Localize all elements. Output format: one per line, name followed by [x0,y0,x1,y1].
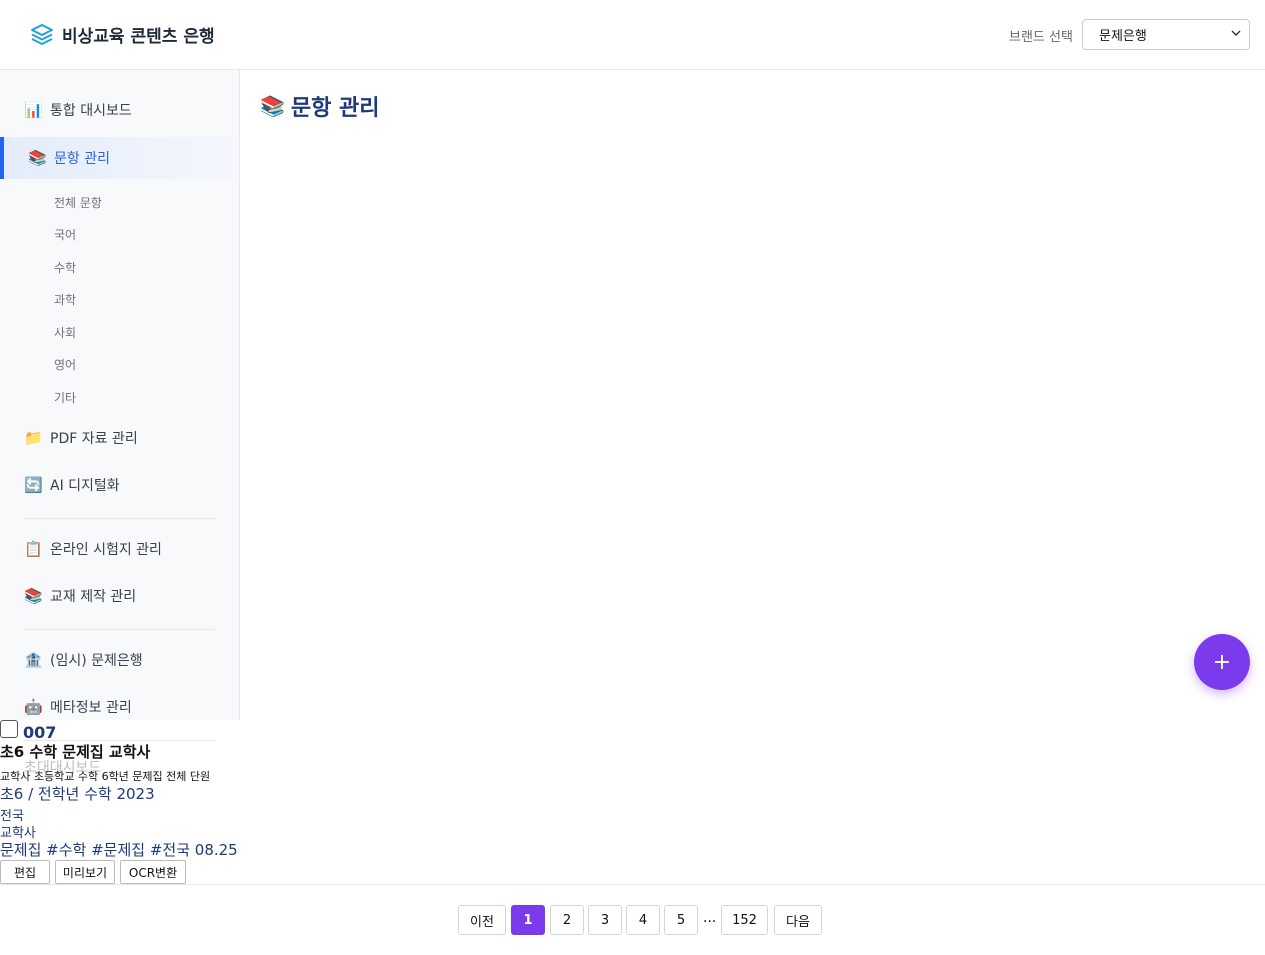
app-logo[interactable]: 비상교육 콘텐츠 은행 [30,21,215,47]
sidebar-subitem-english[interactable]: 영어 [54,356,76,373]
page-title: 📚 문항 관리 [260,90,380,122]
top-header: 비상교육 콘텐츠 은행 브랜드 선택 문제은행 [0,0,1265,70]
brand-select[interactable]: 문제은행 [1082,19,1250,50]
page-button-4[interactable]: 4 [626,905,660,935]
card-tags: 문제집 #수학 #문제집 #전국 08.25 [0,841,238,859]
books-icon: 📚 [260,94,285,118]
preview-button[interactable]: 미리보기 [55,860,115,884]
bar-chart-icon: 📊 [24,101,43,119]
sidebar-item-textbook[interactable]: 📚 교재 제작 관리 [0,575,239,617]
clipboard-icon: 📋 [24,540,43,558]
sidebar-subitem-etc[interactable]: 기타 [54,389,76,406]
sidebar-item-online-exam[interactable]: 📋 온라인 시험지 관리 [0,528,239,570]
sidebar-subitem-korean[interactable]: 국어 [54,226,76,243]
page-button-1[interactable]: 1 [511,905,545,935]
brand-select-label: 브랜드 선택 [1009,30,1073,45]
refresh-icon: 🔄 [24,476,43,494]
sidebar-item-label: 온라인 시험지 관리 [50,542,162,558]
page-button-2[interactable]: 2 [550,905,584,935]
sidebar-divider [24,629,215,630]
page-button-3[interactable]: 3 [588,905,622,935]
app-title: 비상교육 콘텐츠 은행 [62,26,215,47]
page-button-last[interactable]: 152 [721,905,768,935]
sidebar-item-label: 통합 대시보드 [50,103,132,119]
sidebar-item-ai[interactable]: 🔄 AI 디지털화 [0,464,239,506]
card-checkbox[interactable] [0,720,18,738]
sidebar-item-temp-bank[interactable]: 🏦 (임시) 문제은행 [0,639,239,681]
sidebar-divider [24,518,215,519]
add-item-button[interactable]: + [1194,634,1250,690]
books-icon: 📚 [24,587,43,605]
card-title: 초6 수학 문제집 교학사 [0,743,151,761]
brand-select-value: 문제은행 [1099,29,1147,44]
card-number: 007 [23,723,57,742]
pagination-ellipsis: ... [703,910,717,926]
sidebar-item-label: AI 디지털화 [50,478,120,494]
sidebar-subitem-math[interactable]: 수학 [54,259,76,276]
sidebar-item-label: (임시) 문제은행 [50,653,143,669]
page-title-text: 문항 관리 [290,96,380,121]
page-button-5[interactable]: 5 [664,905,698,935]
sidebar-item-meta[interactable]: 🤖 메타정보 관리 [0,686,239,728]
bank-icon: 🏦 [24,651,43,669]
card-meta: 초6 / 전학년 수학 2023 [0,785,155,803]
prev-page-button[interactable]: 이전 [458,905,506,935]
folder-icon: 📁 [24,429,43,447]
next-page-button[interactable]: 다음 [774,905,822,935]
sidebar: 📊 통합 대시보드 📚 문항 관리 전체 문항 국어 수학 과학 사회 영어 기… [0,70,240,720]
edit-button[interactable]: 편집 [0,860,50,884]
sidebar-item-label: 문항 관리 [54,151,110,167]
sidebar-item-questions[interactable]: 📚 문항 관리 [0,137,239,179]
card-description: 교학사 초등학교 수학 6학년 문제집 전체 단원 [0,770,211,783]
sidebar-item-label: PDF 자료 관리 [50,431,138,447]
ocr-button[interactable]: OCR변환 [120,860,186,884]
robot-icon: 🤖 [24,698,43,716]
sidebar-item-dashboard[interactable]: 📊 통합 대시보드 [0,89,239,131]
pagination-divider [0,884,1265,885]
sidebar-item-label: 메타정보 관리 [50,700,132,716]
books-icon: 📚 [28,149,47,167]
sidebar-item-pdf[interactable]: 📁 PDF 자료 관리 [0,417,239,459]
sidebar-subitem-all[interactable]: 전체 문항 [54,194,102,211]
layers-icon [31,24,53,45]
sidebar-item-label: 교재 제작 관리 [50,589,137,605]
sidebar-subitem-science[interactable]: 과학 [54,291,76,308]
chevron-down-icon [1231,30,1241,36]
sidebar-subitem-social[interactable]: 사회 [54,324,76,341]
